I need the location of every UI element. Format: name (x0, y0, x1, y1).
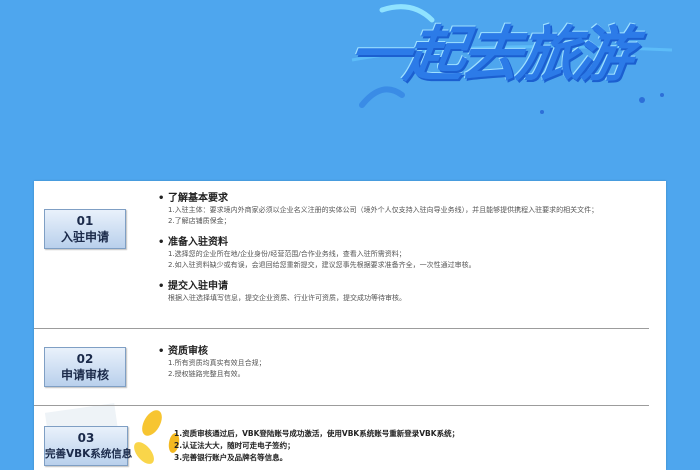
section-title: 资质审核 (158, 345, 266, 358)
section-line: 1.资质审核通过后，VBK登陆账号成功激活，使用VBK系统账号重新登录VBK系统… (174, 429, 460, 438)
section-title: 了解基本要求 (158, 192, 598, 205)
step-number: 01 (76, 214, 94, 228)
section-line: 1.所有资质均真实有效且合规； (168, 359, 266, 367)
section-line: 3.完善银行账户及品牌名等信息。 (174, 453, 288, 462)
section-line: 2.如入驻资料缺少或有误，会退回给您重新提交，建议您事先根据要求准备齐全，一次性… (168, 261, 476, 269)
section-line: 2.认证法大大，随时可走电子签约； (174, 441, 295, 450)
step-name: 完善VBK系统信息 (45, 448, 133, 460)
step-01-box: 01 入驻申请 (44, 209, 126, 249)
step-03-box: 03 完善VBK系统信息 (44, 426, 133, 466)
step-name: 申请审核 (60, 368, 109, 382)
section-title: 提交入驻申请 (158, 280, 598, 293)
step-02-content: 资质审核 1.所有资质均真实有效且合规； 2.授权链路完整且有效。 (158, 345, 266, 380)
section-line: 根据入驻选择填写信息，提交企业资质、行业许可资质，提交成功等待审核。 (168, 294, 406, 302)
calligraphy-logo: 一起去旅游 (342, 0, 692, 120)
section-divider (34, 328, 649, 329)
section-line: 1.入驻主体：要求境内外商家必须以企业名义注册的实体公司（境外个人仅支持入驻向导… (168, 206, 599, 214)
process-card: 01 入驻申请 了解基本要求 1.入驻主体：要求境内外商家必须以企业名义注册的实… (34, 181, 666, 470)
banner-title: 一起去旅游 (344, 20, 635, 90)
step-01-content: 了解基本要求 1.入驻主体：要求境内外商家必须以企业名义注册的实体公司（境外个人… (158, 192, 598, 304)
step-name: 入驻申请 (60, 230, 109, 244)
step-02-box: 02 申请审核 (44, 347, 126, 387)
step-03-content: 1.资质审核通过后，VBK登陆账号成功激活，使用VBK系统账号重新登录VBK系统… (164, 428, 459, 464)
step-number: 03 (77, 431, 95, 445)
section-line: 2.了解店铺质保金； (168, 217, 231, 225)
section-divider (34, 405, 649, 406)
banner: 一起去旅游 (0, 0, 700, 180)
section-line: 1.选择您的企业所在地/企业身份/经营范围/合作业务线，查看入驻所需资料； (168, 250, 406, 258)
section-line: 2.授权链路完整且有效。 (168, 370, 245, 378)
step-number: 02 (76, 352, 94, 366)
section-title: 准备入驻资料 (158, 236, 598, 249)
